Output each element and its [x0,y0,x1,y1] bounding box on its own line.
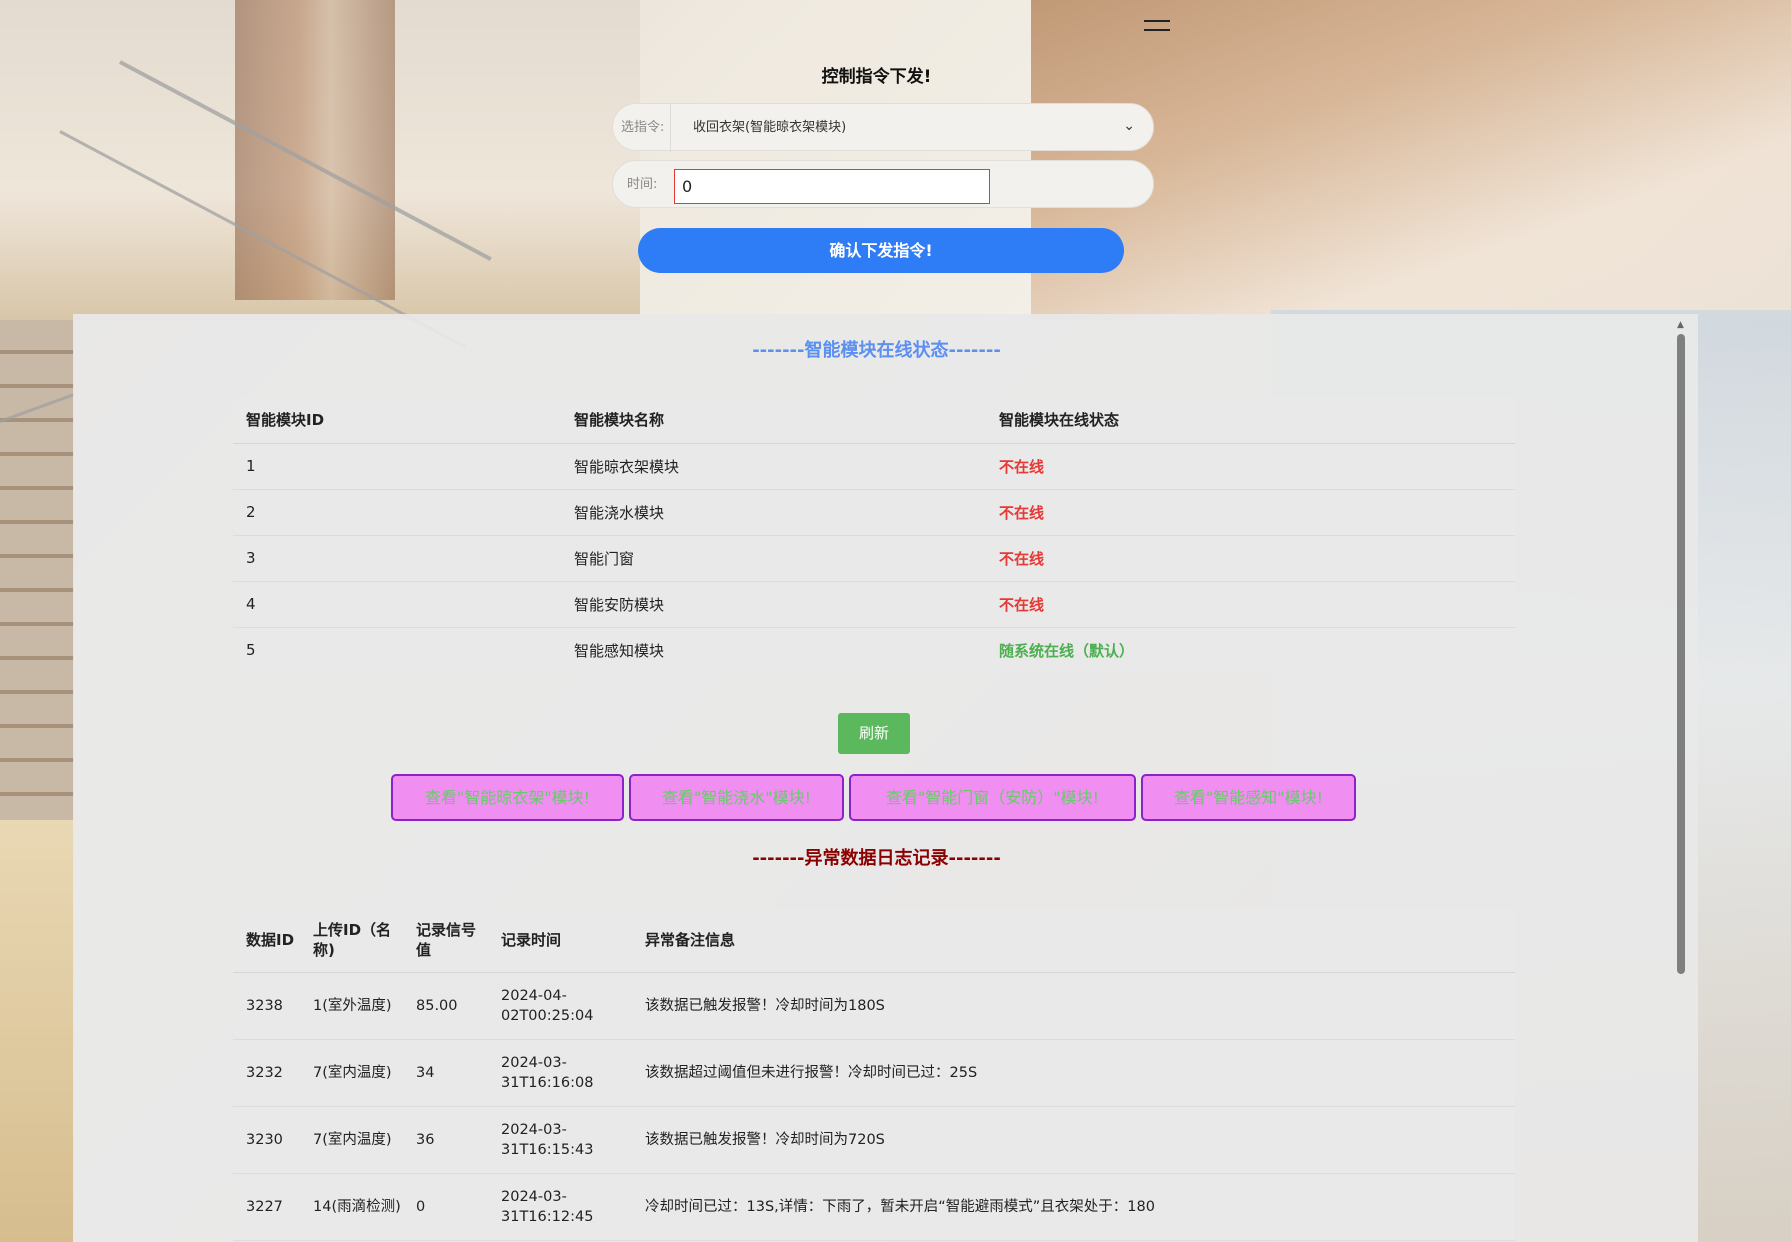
data-id: 3238 [233,972,300,1040]
command-select-label: 选指令: [621,104,672,152]
module-status: 不在线 [986,443,1515,490]
table-header-row: 智能模块ID 智能模块名称 智能模块在线状态 [233,397,1515,444]
upload-id: 1(室外温度) [300,972,403,1040]
table-row: 2 智能浇水模块 不在线 [233,489,1515,536]
command-title: 控制指令下发! [821,67,932,87]
refresh-button[interactable]: 刷新 [838,713,910,754]
signal-value: 34 [403,1039,488,1107]
upload-id: 7(室内温度) [300,1106,403,1174]
view-clothes-rack-module-button[interactable]: 查看"智能晾衣架"模块! [391,774,624,821]
confirm-send-command-button[interactable]: 确认下发指令! [638,228,1124,273]
module-id: 3 [233,535,561,582]
anomaly-note: 该数据已触发报警！冷却时间为720S [632,1106,1515,1174]
command-select-value[interactable]: 收回衣架(智能晾衣架模块) [693,104,846,152]
module-status-table: 智能模块ID 智能模块名称 智能模块在线状态 1 智能晾衣架模块 不在线 2 智… [233,397,1515,673]
table-row: 3238 1(室外温度) 85.00 2024-04-02T00:25:04 该… [233,972,1515,1040]
table-row: 3232 7(室内温度) 34 2024-03-31T16:16:08 该数据超… [233,1039,1515,1107]
time-input[interactable] [674,169,990,204]
module-name: 智能门窗 [561,535,986,582]
anomaly-log-table: 数据ID 上传ID（名称) 记录信号值 记录时间 异常备注信息 3238 1(室… [233,908,1515,1241]
signal-value: 36 [403,1106,488,1174]
data-id: 3230 [233,1106,300,1174]
anomaly-note: 该数据超过阈值但未进行报警！冷却时间已过：25S [632,1039,1515,1107]
data-id: 3232 [233,1039,300,1107]
table-row: 3227 14(雨滴检测) 0 2024-03-31T16:12:45 冷却时间… [233,1173,1515,1241]
module-name: 智能感知模块 [574,641,665,660]
column-header: 上传ID（名称) [300,908,403,973]
anomaly-note: 冷却时间已过：13S,详情：下雨了，暂未开启“智能避雨模式”且衣架处于：180 [632,1173,1515,1241]
time-label: 时间: [627,177,658,192]
module-id: 1 [233,443,561,490]
module-name: 智能安防模块 [561,581,986,628]
module-status: 随系统在线（默认） [999,641,1135,660]
scrollbar-thumb[interactable] [1677,334,1685,974]
table-row: 3230 7(室内温度) 36 2024-03-31T16:15:43 该数据已… [233,1106,1515,1174]
chevron-down-icon[interactable]: ⌄ [1123,118,1135,134]
record-time: 2024-03-31T16:15:43 [488,1106,632,1174]
column-header: 智能模块名称 [561,397,986,444]
anomaly-note: 该数据已触发报警！冷却时间为180S [632,972,1515,1040]
record-time: 2024-03-31T16:12:45 [488,1173,632,1241]
module-name: 智能浇水模块 [561,489,986,536]
column-header: 智能模块在线状态 [986,397,1515,444]
status-section-title: -------智能模块在线状态------- [752,340,1001,361]
table-row: 1 智能晾衣架模块 不在线 [233,443,1515,490]
view-watering-module-button[interactable]: 查看"智能浇水"模块! [629,774,844,821]
table-row: 5 智能感知模块 随系统在线（默认） [233,627,1515,673]
module-id: 4 [233,581,561,628]
column-header: 异常备注信息 [632,908,1515,973]
column-header: 记录信号值 [403,908,488,973]
log-section-title: -------异常数据日志记录------- [752,848,1001,869]
column-header: 数据ID [233,908,300,973]
signal-value: 85.00 [403,972,488,1040]
record-time: 2024-03-31T16:16:08 [488,1039,632,1107]
upload-id: 14(雨滴检测) [300,1173,403,1241]
record-time: 2024-04-02T00:25:04 [488,972,632,1040]
upload-id: 7(室内温度) [300,1039,403,1107]
scroll-up-icon[interactable]: ▲ [1677,320,1684,330]
module-id: 5 [246,641,256,660]
data-id: 3227 [233,1173,300,1241]
module-status: 不在线 [986,489,1515,536]
table-row: 4 智能安防模块 不在线 [233,581,1515,628]
table-row: 3 智能门窗 不在线 [233,535,1515,582]
panel-scrollbar[interactable]: ▲ [1676,320,1686,974]
module-status: 不在线 [986,581,1515,628]
view-door-window-module-button[interactable]: 查看"智能门窗（安防）"模块! [849,774,1136,821]
module-name: 智能晾衣架模块 [561,443,986,490]
column-header: 记录时间 [488,908,632,973]
menu-toggle-icon[interactable] [1144,18,1170,32]
signal-value: 0 [403,1173,488,1241]
table-header-row: 数据ID 上传ID（名称) 记录信号值 记录时间 异常备注信息 [233,908,1515,973]
module-status: 不在线 [986,535,1515,582]
view-sensing-module-button[interactable]: 查看"智能感知"模块! [1141,774,1356,821]
column-header: 智能模块ID [233,397,561,444]
module-id: 2 [233,489,561,536]
time-field: 时间: [612,160,1154,208]
command-select[interactable]: 选指令: 收回衣架(智能晾衣架模块) ⌄ [612,103,1154,152]
